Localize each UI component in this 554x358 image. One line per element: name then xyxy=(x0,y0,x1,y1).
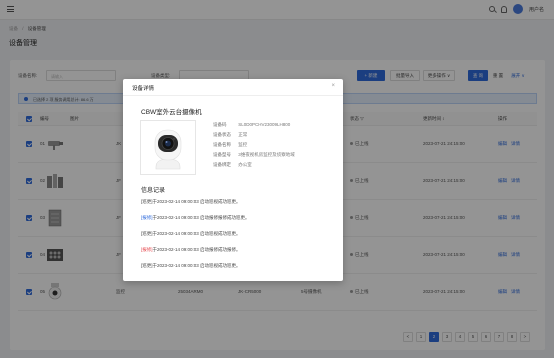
log-text: 于2023-02-14 09:00:03 启动报修成功报修。 xyxy=(152,247,241,252)
log-text: 于2023-02-14 09:00:03 启动巡视成功巡更。 xyxy=(152,199,241,204)
device-detail-modal: 设备详情 × CBW室外云台摄像机 设备码 SL0D0PCHV23009LH80… xyxy=(123,79,343,281)
log-text: 于2023-02-14 09:00:03 启动巡视成功巡更。 xyxy=(152,231,241,236)
log-section-title: 信息记录 xyxy=(141,188,166,194)
field-value: 监控 xyxy=(238,142,248,147)
field-device-name: 设备名称 监控 xyxy=(213,142,247,148)
device-name: CBW室外云台摄像机 xyxy=(141,109,202,116)
log-entry: [巡更]于2023-02-14 09:00:03 启动巡视成功巡更。 xyxy=(141,231,241,237)
field-value: SL0D0PCHV23009LH800 xyxy=(238,122,291,127)
log-tag: [巡更] xyxy=(141,199,153,204)
camera-icon xyxy=(154,129,182,170)
log-text: 于2023-02-14 09:00:03 启动巡视成功巡更。 xyxy=(152,263,241,268)
log-entry: [报修]于2023-02-14 09:00:03 启动报修报修成功巡更。 xyxy=(141,215,250,221)
field-label: 设备状态 xyxy=(213,132,231,137)
log-tag: [巡更] xyxy=(141,263,153,268)
field-label: 设备码 xyxy=(213,122,227,127)
field-value: 正常 xyxy=(238,132,248,137)
modal-title: 设备详情 xyxy=(132,86,155,92)
field-device-binding: 设备绑定 办公室 xyxy=(213,162,252,168)
log-entry: [巡更]于2023-02-14 09:00:03 启动巡视成功巡更。 xyxy=(141,263,241,269)
field-label: 设备绑定 xyxy=(213,162,231,167)
log-text: 于2023-02-14 09:00:03 启动报修报修成功巡更。 xyxy=(152,215,250,220)
close-icon[interactable]: × xyxy=(331,83,335,89)
modal-header: 设备详情 × xyxy=(123,79,343,96)
log-entry: [巡更]于2023-02-14 09:00:03 启动巡视成功巡更。 xyxy=(141,199,241,205)
log-entry: [报修]于2023-02-14 09:00:03 启动报修成功报修。 xyxy=(141,247,241,253)
field-device-status: 设备状态 正常 xyxy=(213,132,247,138)
field-value: 办公室 xyxy=(238,162,252,167)
field-device-model: 设备型号 3维夜视机房监控及侦察地域 xyxy=(213,152,295,158)
log-tag: [报修] xyxy=(141,247,153,252)
device-image xyxy=(140,120,196,175)
field-value: 3维夜视机房监控及侦察地域 xyxy=(238,152,295,157)
field-label: 设备型号 xyxy=(213,152,231,157)
log-tag: [巡更] xyxy=(141,231,153,236)
log-tag: [报修] xyxy=(141,215,153,220)
field-label: 设备名称 xyxy=(213,142,231,147)
field-device-code: 设备码 SL0D0PCHV23009LH800 xyxy=(213,122,290,128)
